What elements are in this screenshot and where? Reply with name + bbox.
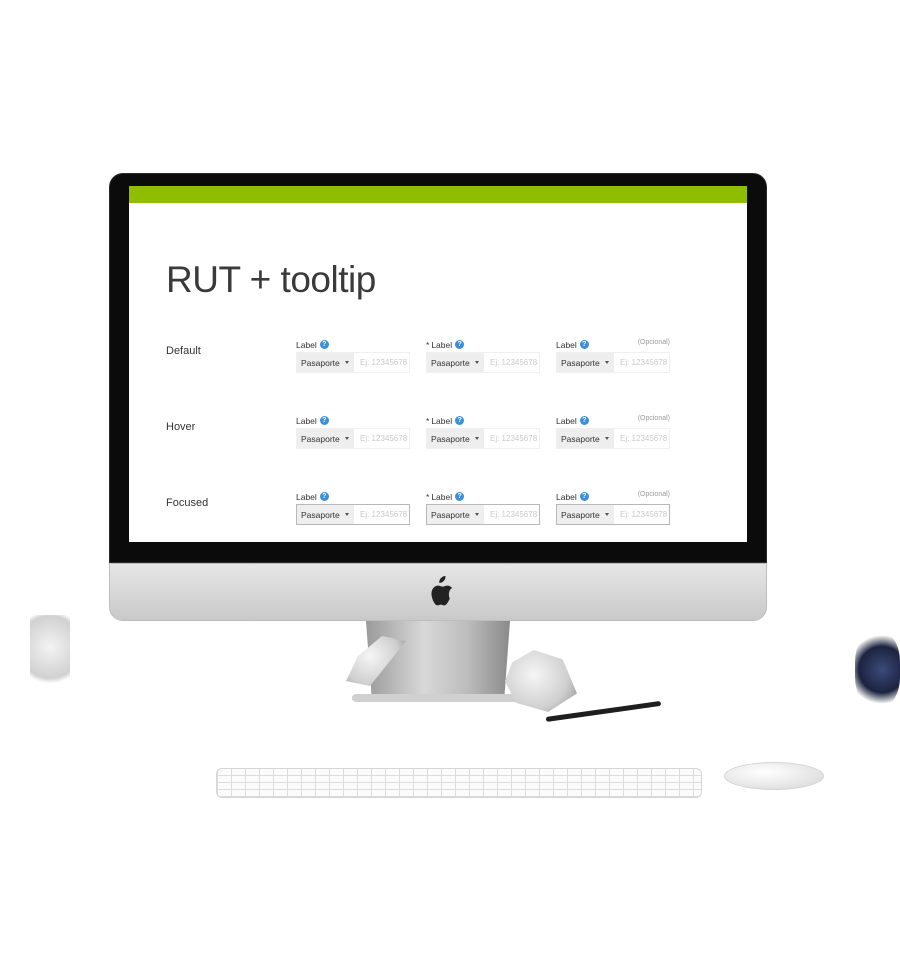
field-label: * Label? <box>426 416 465 426</box>
keyboard <box>216 768 702 798</box>
question-circle-icon[interactable]: ? <box>579 416 589 426</box>
document-number-input[interactable]: Ej: 12345678 <box>354 505 409 524</box>
document-type-select[interactable]: Pasaporte <box>427 429 484 448</box>
question-circle-icon[interactable]: ? <box>455 492 465 502</box>
state-label: Default <box>166 345 201 357</box>
crumpled-paper <box>505 650 577 712</box>
rut-input-group: Pasaporte Ej: 12345678 <box>556 504 670 525</box>
mouse <box>724 762 824 790</box>
required-asterisk: * <box>426 492 430 502</box>
field-label: Label? <box>296 340 329 350</box>
rut-input-group: Pasaporte Ej: 12345678 <box>296 352 410 373</box>
field-label: * Label? <box>426 340 465 350</box>
document-number-input[interactable]: Ej: 12345678 <box>614 505 669 524</box>
rut-field: Label? Pasaporte Ej: 12345678 <box>296 416 410 466</box>
field-label: Label? <box>556 492 589 502</box>
caret-down-icon <box>475 361 479 364</box>
document-number-input[interactable]: Ej: 12345678 <box>614 429 669 448</box>
rut-field-optional: Label? (Opcional) Pasaporte Ej: 12345678 <box>556 491 670 542</box>
rut-field-optional: Label? (Opcional) Pasaporte Ej: 12345678 <box>556 339 670 390</box>
optional-hint: (Opcional) <box>637 339 670 346</box>
document-number-input[interactable]: Ej: 12345678 <box>484 429 539 448</box>
document-type-select[interactable]: Pasaporte <box>427 353 484 372</box>
question-circle-icon[interactable]: ? <box>319 416 329 426</box>
field-label: Label? <box>296 492 329 502</box>
document-type-select[interactable]: Pasaporte <box>557 353 614 372</box>
document-type-select[interactable]: Pasaporte <box>557 429 614 448</box>
required-asterisk: * <box>426 340 430 350</box>
caret-down-icon <box>605 437 609 440</box>
apple-logo-icon <box>431 576 453 606</box>
document-number-input[interactable]: Ej: 12345678 <box>484 505 539 524</box>
accent-top-bar <box>129 186 747 203</box>
caret-down-icon <box>345 361 349 364</box>
caret-down-icon <box>345 437 349 440</box>
rut-input-group: Pasaporte Ej: 12345678 <box>426 352 540 373</box>
monitor-chin <box>109 563 767 621</box>
required-asterisk: * <box>426 416 430 426</box>
state-row-focused: Focused Label? Pasaporte Ej: 12345678 * L… <box>129 491 747 542</box>
question-circle-icon[interactable]: ? <box>455 416 465 426</box>
state-row-default: Default Label? Pasaporte Ej: 12345678 * L… <box>129 339 747 400</box>
field-label: Label? <box>556 340 589 350</box>
document-number-input[interactable]: Ej: 12345678 <box>354 353 409 372</box>
document-type-select[interactable]: Pasaporte <box>427 505 484 524</box>
field-label: * Label? <box>426 492 465 502</box>
rut-field: Label? Pasaporte Ej: 12345678 <box>296 340 410 390</box>
document-type-select[interactable]: Pasaporte <box>557 505 614 524</box>
field-label: Label? <box>556 416 589 426</box>
rut-input-group: Pasaporte Ej: 12345678 <box>426 504 540 525</box>
field-label: Label? <box>296 416 329 426</box>
caret-down-icon <box>605 361 609 364</box>
question-circle-icon[interactable]: ? <box>579 340 589 350</box>
document-number-input[interactable]: Ej: 12345678 <box>354 429 409 448</box>
rut-field-required: * Label? Pasaporte Ej: 12345678 <box>426 492 540 542</box>
document-number-input[interactable]: Ej: 12345678 <box>484 353 539 372</box>
screen: RUT + tooltip Default Label? Pasaporte E… <box>129 186 747 542</box>
caret-down-icon <box>475 437 479 440</box>
optional-hint: (Opcional) <box>637 415 670 422</box>
optional-hint: (Opcional) <box>637 491 670 498</box>
question-circle-icon[interactable]: ? <box>319 492 329 502</box>
state-row-hover: Hover Label? Pasaporte Ej: 12345678 * Lab… <box>129 415 747 476</box>
rut-field-required: * Label? Pasaporte Ej: 12345678 <box>426 416 540 466</box>
rut-field-optional: Label? (Opcional) Pasaporte Ej: 12345678 <box>556 415 670 466</box>
document-type-select[interactable]: Pasaporte <box>297 353 354 372</box>
pen <box>545 700 662 722</box>
question-circle-icon[interactable]: ? <box>455 340 465 350</box>
rut-input-group: Pasaporte Ej: 12345678 <box>426 428 540 449</box>
rut-input-group: Pasaporte Ej: 12345678 <box>556 352 670 373</box>
decorative-object <box>855 632 900 707</box>
rut-field-required: * Label? Pasaporte Ej: 12345678 <box>426 340 540 390</box>
question-circle-icon[interactable]: ? <box>579 492 589 502</box>
caret-down-icon <box>475 513 479 516</box>
decorative-object <box>30 615 70 695</box>
document-type-select[interactable]: Pasaporte <box>297 505 354 524</box>
page-title: RUT + tooltip <box>166 259 376 300</box>
question-circle-icon[interactable]: ? <box>319 340 329 350</box>
document-number-input[interactable]: Ej: 12345678 <box>614 353 669 372</box>
caret-down-icon <box>605 513 609 516</box>
state-label: Focused <box>166 497 209 509</box>
rut-input-group: Pasaporte Ej: 12345678 <box>296 428 410 449</box>
caret-down-icon <box>345 513 349 516</box>
rut-field: Label? Pasaporte Ej: 12345678 <box>296 492 410 542</box>
monitor-stand-foot <box>352 694 524 702</box>
rut-input-group: Pasaporte Ej: 12345678 <box>556 428 670 449</box>
state-label: Hover <box>166 421 196 433</box>
rut-input-group: Pasaporte Ej: 12345678 <box>296 504 410 525</box>
document-type-select[interactable]: Pasaporte <box>297 429 354 448</box>
